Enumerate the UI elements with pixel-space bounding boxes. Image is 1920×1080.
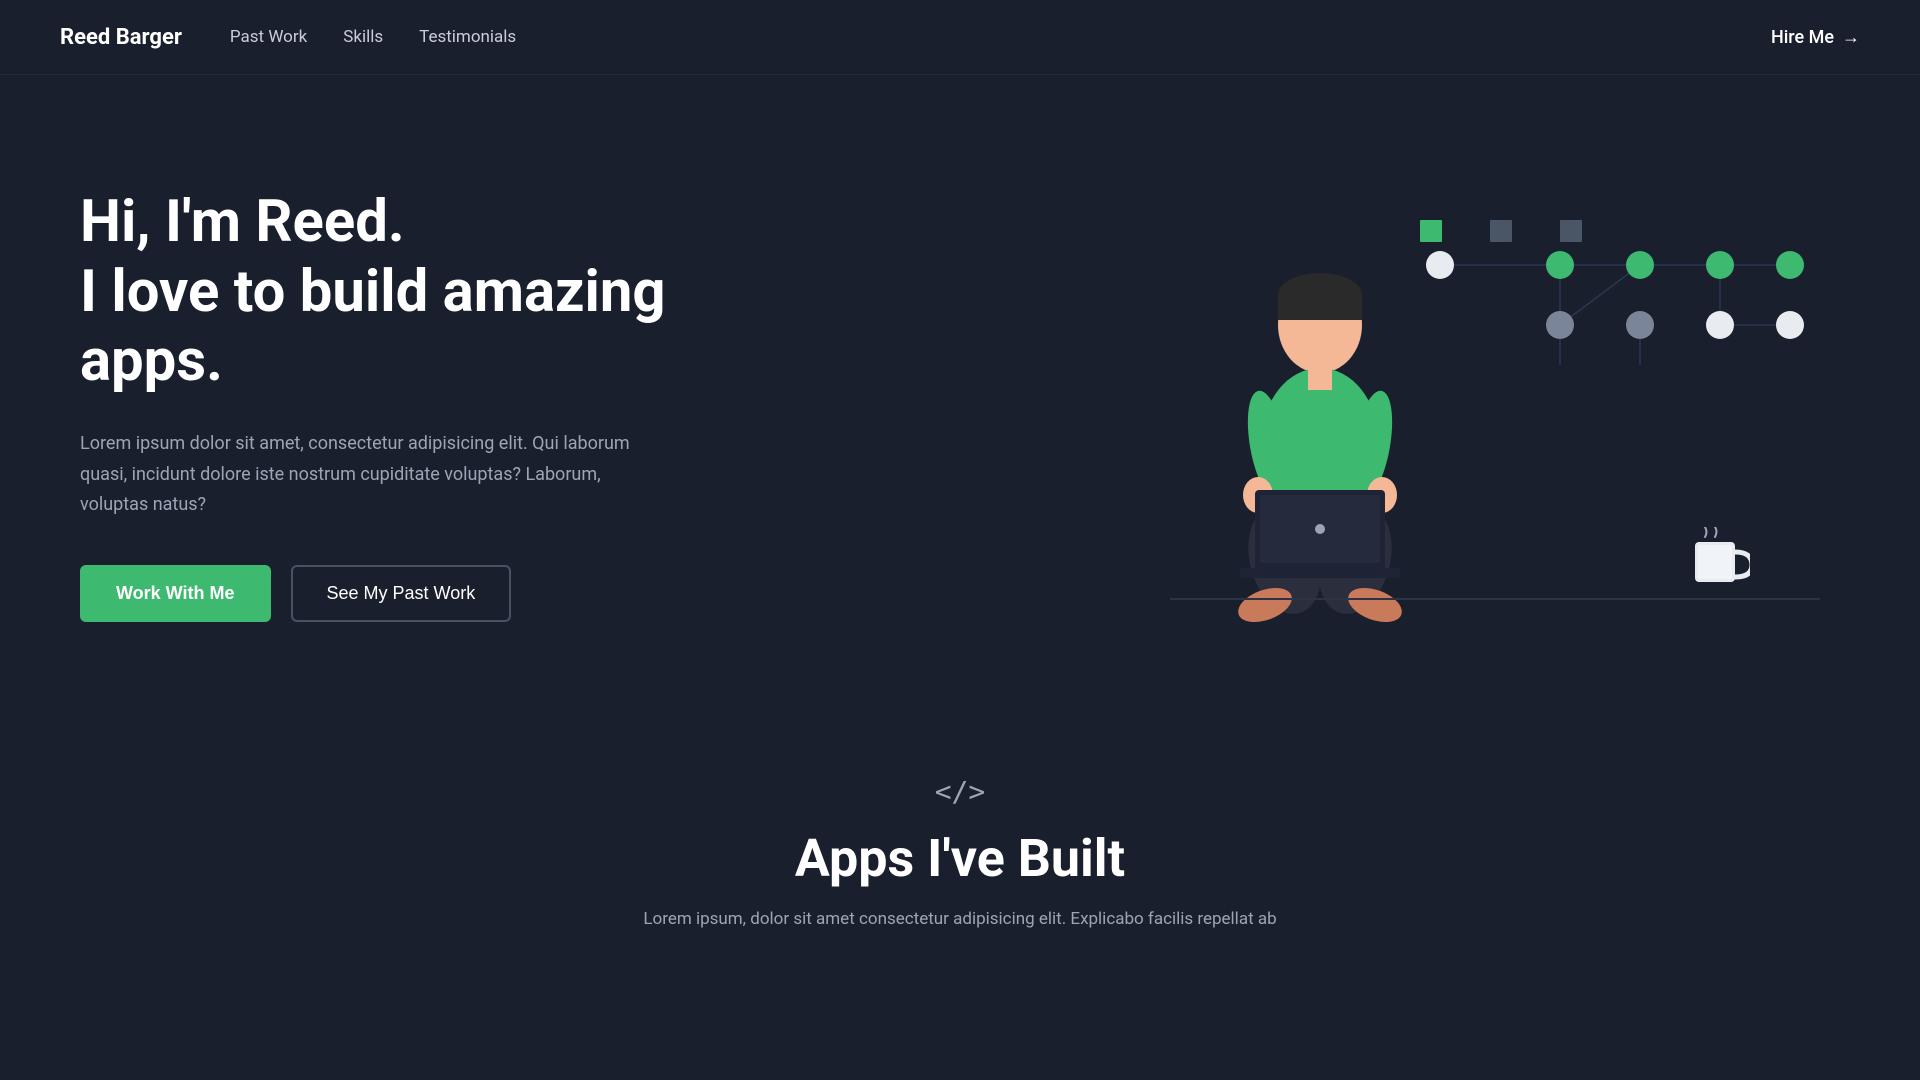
work-with-me-button[interactable]: Work With Me xyxy=(80,565,271,622)
nav-left: Reed Barger Past Work Skills Testimonial… xyxy=(60,25,516,50)
nav-item-skills[interactable]: Skills xyxy=(343,27,383,47)
coffee-cup xyxy=(1690,527,1750,597)
nav-brand[interactable]: Reed Barger xyxy=(60,25,182,50)
hero-section: Hi, I'm Reed. I love to build amazing ap… xyxy=(0,75,1920,715)
nav-link-past-work[interactable]: Past Work xyxy=(230,27,307,47)
nav-links: Past Work Skills Testimonials xyxy=(230,27,516,47)
nav-link-skills[interactable]: Skills xyxy=(343,27,383,47)
nav-item-testimonials[interactable]: Testimonials xyxy=(419,27,516,47)
apps-section-title: Apps I've Built xyxy=(795,828,1125,889)
apps-section: </> Apps I've Built Lorem ipsum, dolor s… xyxy=(0,715,1920,959)
hero-description: Lorem ipsum dolor sit amet, consectetur … xyxy=(80,429,660,521)
hero-title-line1: Hi, I'm Reed. xyxy=(80,188,405,256)
nav-item-past-work[interactable]: Past Work xyxy=(230,27,307,47)
hire-me-button[interactable]: Hire Me → xyxy=(1771,27,1860,48)
hire-me-arrow: → xyxy=(1842,27,1860,48)
ground-line xyxy=(1170,598,1820,600)
see-past-work-button[interactable]: See My Past Work xyxy=(291,565,512,622)
hero-content: Hi, I'm Reed. I love to build amazing ap… xyxy=(80,188,760,622)
developer-figure xyxy=(1200,265,1460,625)
hire-me-label: Hire Me xyxy=(1771,27,1834,48)
code-icon: </> xyxy=(935,775,986,808)
navbar: Reed Barger Past Work Skills Testimonial… xyxy=(0,0,1920,75)
hero-title-line2: I love to build amazing apps. xyxy=(80,258,666,396)
apps-section-description: Lorem ipsum, dolor sit amet consectetur … xyxy=(643,909,1276,929)
nav-link-testimonials[interactable]: Testimonials xyxy=(419,27,516,47)
hero-illustration xyxy=(1140,155,1840,655)
hero-title: Hi, I'm Reed. I love to build amazing ap… xyxy=(80,188,760,397)
hero-buttons: Work With Me See My Past Work xyxy=(80,565,760,622)
